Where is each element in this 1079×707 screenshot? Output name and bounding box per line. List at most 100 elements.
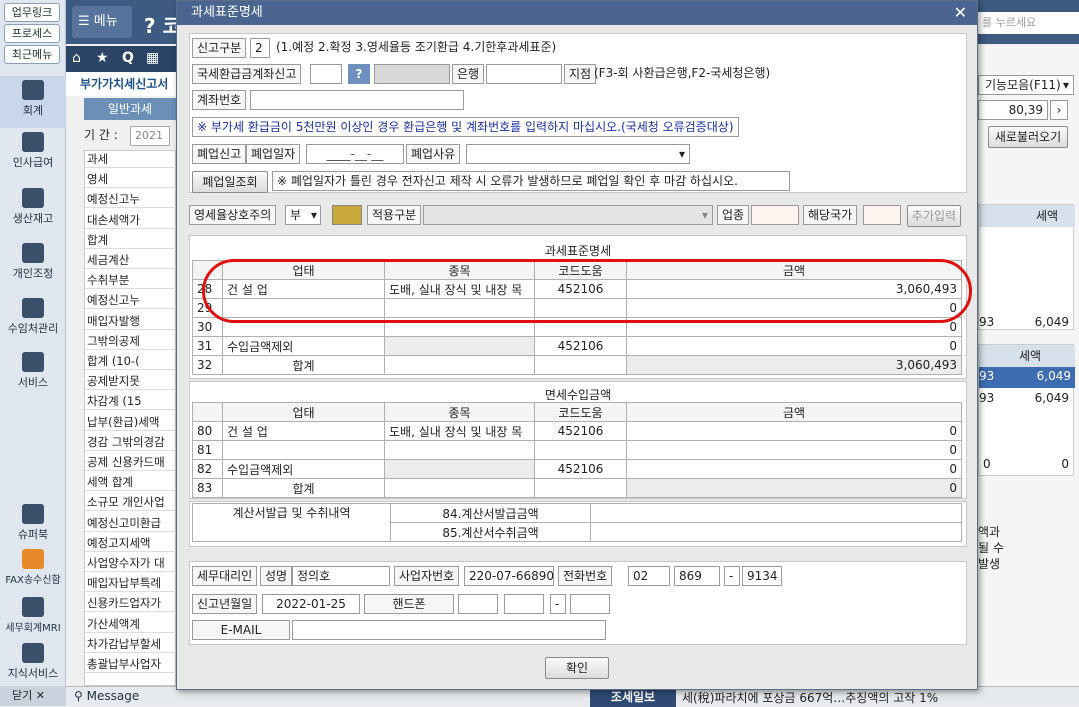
report-type-input[interactable]: 2 bbox=[250, 38, 270, 58]
user-icon bbox=[22, 243, 44, 263]
background-row: 세금계산 bbox=[85, 252, 177, 269]
phone-area-input[interactable]: 02 bbox=[628, 566, 670, 586]
zero-rate-label: 영세율상호주의 bbox=[189, 205, 277, 225]
bank-code-input[interactable] bbox=[374, 64, 450, 84]
close-icon[interactable]: ✕ bbox=[954, 3, 967, 22]
tax-base-title: 과세표준명세 bbox=[544, 244, 612, 258]
sidebar-item-fax[interactable]: FAX송수신함 bbox=[0, 549, 66, 586]
sidebar-close-button[interactable]: 닫기 ✕ bbox=[0, 686, 66, 706]
invoice-received-input[interactable] bbox=[590, 522, 962, 542]
search-icon[interactable]: Q bbox=[122, 50, 134, 66]
reload-button[interactable]: 새로불러오기 bbox=[988, 126, 1068, 148]
background-row: 과세 bbox=[85, 151, 177, 168]
branch-label: 지점 bbox=[564, 64, 597, 84]
bizno-input[interactable]: 220-07-66890 bbox=[464, 566, 554, 586]
tab-general[interactable]: 일반과세 bbox=[84, 98, 176, 120]
industry-input[interactable] bbox=[751, 205, 799, 225]
background-row: 공제받지못 bbox=[85, 373, 177, 391]
date-input[interactable]: 2022-01-25 bbox=[262, 594, 360, 614]
agent-label: 세무대리인 bbox=[192, 566, 258, 586]
invoice-received-label: 85.계산서수취금액 bbox=[390, 522, 591, 542]
table-row[interactable]: 80 건 설 업 도배, 실내 장식 및 내장 목 452106 0 bbox=[192, 421, 962, 441]
color-swatch[interactable] bbox=[332, 205, 362, 225]
fax-icon bbox=[22, 549, 44, 569]
quick-link-recent[interactable]: 최근메뉴 bbox=[4, 45, 60, 64]
star-icon[interactable]: ★ bbox=[96, 50, 109, 66]
quick-link-work[interactable]: 업무링크 bbox=[4, 3, 60, 22]
closure-check-button[interactable]: 폐업일조회 bbox=[192, 171, 268, 193]
bank-input[interactable] bbox=[486, 64, 562, 84]
background-row: 예정신고미환급 bbox=[85, 515, 177, 532]
right-row-selected[interactable]: 93 6,049 bbox=[979, 367, 1075, 388]
toolbar: ⌂ ★ Q ▦ bbox=[66, 46, 176, 72]
invoice-issued-label: 84.계산서발급금액 bbox=[390, 503, 591, 523]
mobile-input-3[interactable] bbox=[570, 594, 610, 614]
add-input-button[interactable]: 추가입력 bbox=[907, 205, 961, 227]
news-ticker[interactable]: 세(稅)파라치에 포상금 667억…추징액의 고작 1% bbox=[682, 689, 938, 706]
quick-link-process[interactable]: 프로세스 bbox=[4, 24, 60, 43]
email-input[interactable] bbox=[292, 620, 606, 640]
industry-label: 업종 bbox=[717, 205, 750, 225]
help-icon[interactable]: ? bbox=[348, 64, 370, 84]
dropdown-icon: ▾ bbox=[1062, 78, 1069, 92]
invoice-table: 계산서발급 및 수취내역 84.계산서발급금액 85.계산서수취금액 bbox=[192, 503, 962, 542]
sidebar-item-accounting[interactable]: 회계 bbox=[0, 76, 66, 128]
right-cell: 0 bbox=[983, 457, 991, 471]
report-type-label: 신고구분 bbox=[192, 38, 247, 58]
ok-button[interactable]: 확인 bbox=[545, 657, 609, 679]
background-row: 신용카드업자가 bbox=[85, 595, 177, 613]
sidebar-item-payroll[interactable]: 인사급여 bbox=[0, 132, 66, 170]
closure-reason-select[interactable]: ▾ bbox=[466, 144, 690, 164]
closure-date-input[interactable]: ____-__-__ bbox=[306, 144, 404, 164]
table-row[interactable]: 82 수입금액제외 452106 0 bbox=[192, 459, 962, 479]
phone-prefix-input[interactable]: 869 bbox=[674, 566, 720, 586]
invoice-label: 계산서발급 및 수취내역 bbox=[192, 503, 391, 542]
right-cell: 0 bbox=[1061, 457, 1069, 471]
sidebar-item-service[interactable]: 서비스 bbox=[0, 352, 66, 390]
grid-icon bbox=[22, 188, 44, 208]
function-menu[interactable]: 기능모음(F11) ▾ bbox=[978, 75, 1074, 95]
hamburger-icon: ☰ bbox=[78, 14, 94, 29]
table-row-total: 83 합계 0 bbox=[192, 478, 962, 498]
zero-rate-select[interactable]: 부 ▾ bbox=[285, 205, 321, 225]
phone-dash: - bbox=[724, 566, 740, 586]
sidebar-item-mri[interactable]: 세무회계MRI bbox=[0, 597, 66, 634]
background-row: 사업양수자가 대 bbox=[85, 555, 177, 572]
dialog-title: 과세표준명세 bbox=[177, 1, 977, 25]
background-row: 합계 bbox=[85, 232, 177, 249]
search-input[interactable]: 를 누르세요 bbox=[978, 12, 1079, 34]
home-icon[interactable]: ⌂ bbox=[72, 50, 81, 66]
sidebar-item-inventory[interactable]: 생산재고 bbox=[0, 188, 66, 226]
background-row: 납부(환급)세액 bbox=[85, 414, 177, 431]
menu-button[interactable]: ☰ 메뉴 bbox=[72, 6, 132, 38]
table-row[interactable]: 31 수입금액제외 452106 0 bbox=[192, 336, 962, 356]
table-header bbox=[192, 402, 223, 422]
mobile-input-1[interactable] bbox=[458, 594, 498, 614]
book-icon bbox=[22, 504, 44, 524]
background-row: 합계 (10-( bbox=[85, 353, 177, 370]
phone-number-input[interactable]: 9134 bbox=[742, 566, 782, 586]
message-button[interactable]: ⚲ Message bbox=[74, 689, 139, 703]
chevron-right-icon[interactable]: › bbox=[1050, 100, 1068, 120]
refund-account-input[interactable] bbox=[310, 64, 342, 84]
apply-select[interactable]: ▾ bbox=[423, 205, 713, 225]
bank-label: 은행 bbox=[452, 64, 485, 84]
background-row: 매입자발행 bbox=[85, 313, 177, 330]
name-input[interactable]: 정의호 bbox=[292, 566, 390, 586]
mobile-label: 핸드폰 bbox=[364, 594, 454, 614]
mobile-input-2[interactable] bbox=[504, 594, 544, 614]
calendar-icon[interactable]: ▦ bbox=[146, 50, 159, 66]
right-table-1: 세액 93 6,049 bbox=[978, 204, 1075, 330]
right-cell: 6,049 bbox=[1034, 391, 1069, 405]
account-input[interactable] bbox=[250, 90, 464, 110]
table-row[interactable]: 81 0 bbox=[192, 440, 962, 460]
sidebar-item-superbook[interactable]: 슈퍼북 bbox=[0, 504, 66, 542]
sidebar-item-clients[interactable]: 수임처관리 bbox=[0, 298, 66, 336]
sidebar-item-personal[interactable]: 개인조정 bbox=[0, 243, 66, 281]
invoice-issued-input[interactable] bbox=[590, 503, 962, 523]
right-cell: 93 bbox=[979, 315, 995, 329]
sidebar-item-knowledge[interactable]: 지식서비스 bbox=[0, 643, 66, 681]
period-input[interactable]: 2021 bbox=[130, 126, 170, 146]
background-row: 소규모 개인사업 bbox=[85, 494, 177, 512]
country-input[interactable] bbox=[863, 205, 901, 225]
